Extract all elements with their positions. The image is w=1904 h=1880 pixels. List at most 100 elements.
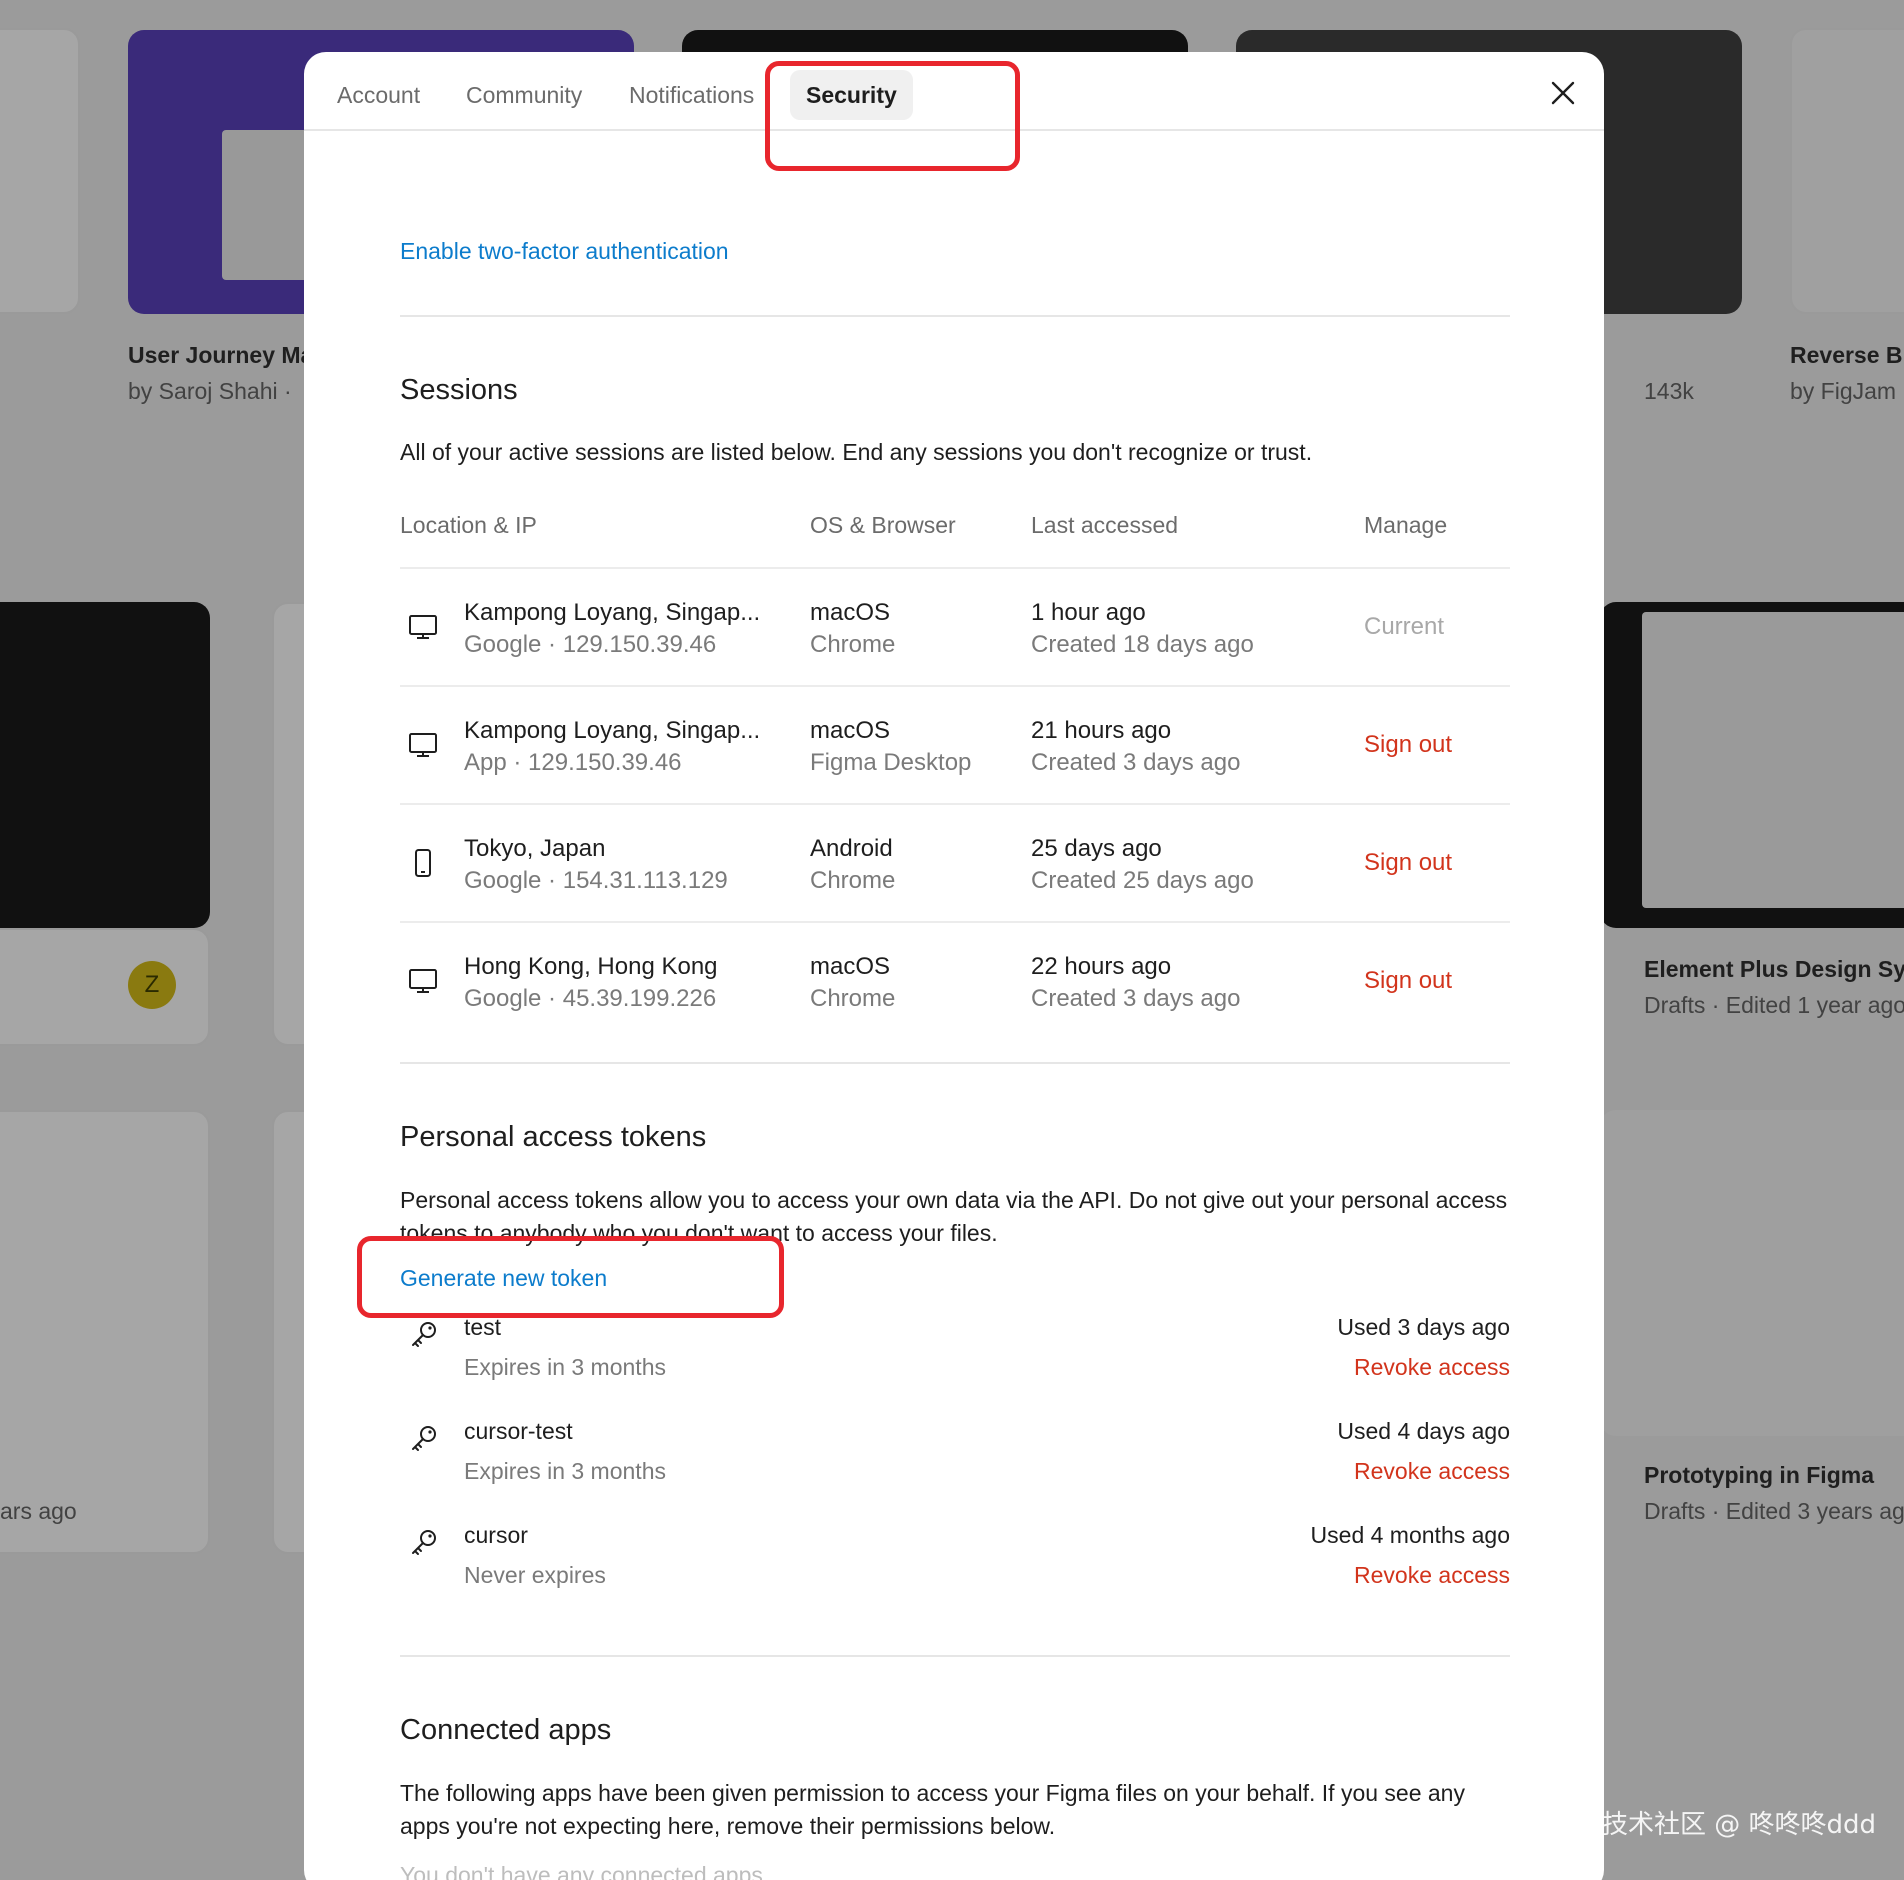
column-header-os-browser: OS & Browser [810, 512, 956, 538]
session-last-accessed: 25 days ago Created 25 days ago [1031, 833, 1254, 897]
token-expiry: Expires in 3 months [464, 1354, 666, 1380]
session-os: Android [810, 835, 893, 862]
divider [400, 315, 1510, 317]
session-browser: Chrome [810, 631, 896, 658]
session-row: Hong Kong, Hong Kong Google · 45.39.199.… [400, 923, 1510, 1041]
session-created: Created 3 days ago [1031, 749, 1241, 776]
session-location: Hong Kong, Hong Kong Google · 45.39.199.… [464, 951, 718, 1015]
tab-security[interactable]: Security [790, 70, 913, 120]
session-row: Tokyo, Japan Google · 154.31.113.129 And… [400, 805, 1510, 923]
session-last: 22 hours ago [1031, 953, 1172, 980]
session-ip: Google · 45.39.199.226 [464, 985, 717, 1012]
file-card[interactable] [0, 1110, 210, 1554]
watermark: 掘金技术社区 @ 咚咚咚ddd [1550, 1810, 1877, 1840]
session-created: Created 18 days ago [1031, 631, 1254, 658]
session-current-label: Current [1364, 613, 1445, 640]
session-ip: Google · 154.31.113.129 [464, 867, 728, 894]
enable-two-factor-link[interactable]: Enable two-factor authentication [400, 238, 729, 265]
file-card[interactable] [0, 28, 80, 314]
key-icon [412, 1426, 436, 1451]
file-title: User Journey Ma [128, 342, 314, 368]
generate-token-link[interactable]: Generate new token [400, 1265, 607, 1292]
sign-out-button[interactable]: Sign out [1364, 849, 1452, 877]
session-row: Kampong Loyang, Singap... App · 129.150.… [400, 687, 1510, 805]
file-subtitle: Drafts · Edited 3 years ag [1644, 1498, 1904, 1524]
tab-notifications[interactable]: Notifications [629, 70, 754, 120]
session-location-name: Tokyo, Japan [464, 835, 606, 862]
file-card-thumbnail[interactable] [1790, 28, 1904, 314]
column-header-location: Location & IP [400, 512, 537, 538]
token-last-used: Used 4 months ago [1310, 1522, 1510, 1548]
token-row: cursor-test Expires in 3 months Used 4 d… [400, 1418, 1510, 1518]
token-expiry: Never expires [464, 1562, 606, 1588]
session-ip: Google · 129.150.39.46 [464, 631, 717, 658]
file-card-thumbnail[interactable] [0, 602, 210, 928]
session-browser: Chrome [810, 867, 896, 894]
file-user-count: 143k [1644, 378, 1694, 404]
token-name: cursor-test [464, 1418, 573, 1444]
token-last-used: Used 4 days ago [1337, 1418, 1510, 1444]
session-last-accessed: 1 hour ago Created 18 days ago [1031, 597, 1254, 661]
divider [400, 1062, 1510, 1064]
session-location: Kampong Loyang, Singap... Google · 129.1… [464, 597, 760, 661]
token-last-used: Used 3 days ago [1337, 1314, 1510, 1340]
file-card[interactable] [0, 928, 210, 1046]
file-title: Reverse Br [1790, 342, 1904, 368]
file-card-thumbnail[interactable] [1600, 602, 1904, 928]
file-subtitle: by FigJam [1790, 378, 1897, 404]
settings-tabs: Account Community Notifications Security [304, 52, 1604, 131]
avatar: Z [128, 961, 176, 1009]
connected-apps-title: Connected apps [400, 1714, 612, 1746]
session-os-browser: macOS Figma Desktop [810, 715, 971, 779]
sessions-title: Sessions [400, 374, 518, 406]
sessions-description: All of your active sessions are listed b… [400, 439, 1313, 465]
revoke-access-button[interactable]: Revoke access [1354, 1458, 1510, 1485]
connected-apps-empty: You don't have any connected apps. [400, 1862, 770, 1880]
revoke-access-button[interactable]: Revoke access [1354, 1354, 1510, 1381]
session-location: Kampong Loyang, Singap... App · 129.150.… [464, 715, 760, 779]
session-location-name: Hong Kong, Hong Kong [464, 953, 718, 980]
token-expiry: Expires in 3 months [464, 1458, 666, 1484]
session-browser: Chrome [810, 985, 896, 1012]
key-icon [412, 1322, 436, 1347]
session-location-name: Kampong Loyang, Singap... [464, 599, 761, 626]
session-last: 25 days ago [1031, 835, 1162, 862]
tokens-title: Personal access tokens [400, 1121, 707, 1153]
file-subtitle: by Saroj Shahi · [128, 378, 292, 404]
file-card-thumbnail[interactable] [1600, 1110, 1904, 1436]
close-icon [1551, 81, 1575, 105]
desktop-icon [409, 969, 437, 993]
session-last-accessed: 21 hours ago Created 3 days ago [1031, 715, 1240, 779]
session-os-browser: macOS Chrome [810, 597, 895, 661]
token-name: cursor [464, 1522, 528, 1548]
tokens-description: Personal access tokens allow you to acce… [400, 1187, 1508, 1246]
connected-apps-description: The following apps have been given permi… [400, 1780, 1465, 1839]
sign-out-button[interactable]: Sign out [1364, 731, 1452, 759]
session-os: macOS [810, 717, 891, 744]
tab-community[interactable]: Community [466, 70, 582, 120]
session-location-name: Kampong Loyang, Singap... [464, 717, 761, 744]
column-header-manage: Manage [1364, 512, 1448, 538]
session-last: 21 hours ago [1031, 717, 1172, 744]
divider [400, 1655, 1510, 1657]
session-os-browser: Android Chrome [810, 833, 895, 897]
revoke-access-button[interactable]: Revoke access [1354, 1562, 1510, 1589]
session-location: Tokyo, Japan Google · 154.31.113.129 [464, 833, 728, 897]
file-title: Prototyping in Figma [1644, 1462, 1874, 1488]
session-ip: App · 129.150.39.46 [464, 749, 682, 776]
tab-account[interactable]: Account [337, 70, 420, 120]
session-os: macOS [810, 953, 891, 980]
session-last-accessed: 22 hours ago Created 3 days ago [1031, 951, 1240, 1015]
close-button[interactable] [1543, 73, 1583, 113]
sign-out-button[interactable]: Sign out [1364, 967, 1452, 995]
file-subtitle: Drafts · Edited 1 year ago [1644, 992, 1904, 1018]
token-row: test Expires in 3 months Used 3 days ago… [400, 1314, 1510, 1414]
key-icon [412, 1530, 436, 1555]
desktop-icon [409, 733, 437, 757]
session-created: Created 3 days ago [1031, 985, 1241, 1012]
session-last: 1 hour ago [1031, 599, 1146, 626]
file-subtitle: ars ago [0, 1498, 77, 1524]
desktop-icon [409, 615, 437, 639]
column-header-last-accessed: Last accessed [1031, 512, 1179, 538]
session-created: Created 25 days ago [1031, 867, 1254, 894]
